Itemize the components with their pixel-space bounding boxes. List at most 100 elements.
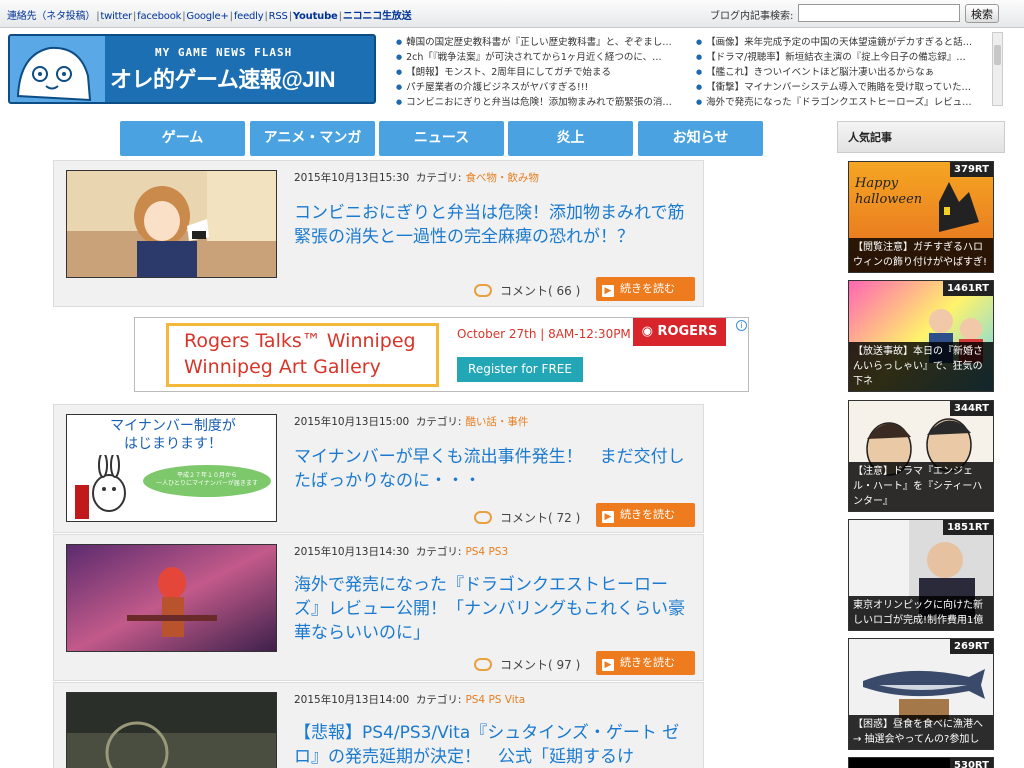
- article-category[interactable]: PS4 PS3: [465, 546, 508, 558]
- contact-link[interactable]: 連絡先（ネタ投稿）: [7, 11, 95, 22]
- nav-tab-notice[interactable]: お知らせ: [638, 121, 763, 156]
- search-button[interactable]: 検索: [965, 4, 999, 23]
- comment-count[interactable]: コメント( 97 ): [474, 656, 580, 673]
- comment-count[interactable]: コメント( 66 ): [474, 282, 580, 299]
- popular-article-card[interactable]: Happy halloween 379RT 【閲覧注意】ガチすぎるハロウィンの飾…: [848, 161, 994, 273]
- comment-label: コメント: [500, 511, 549, 525]
- ad-info-icon[interactable]: i: [736, 320, 747, 331]
- comment-label: コメント: [500, 658, 549, 672]
- popular-article-card[interactable]: 344RT 【注意】ドラマ『エンジェル・ハート』を『シティーハンター』: [848, 400, 994, 512]
- nav-tab-news[interactable]: ニュース: [379, 121, 504, 156]
- popular-article-card[interactable]: 1461RT 【放送事故】本日の『新婚さんいらっしゃい』で、狂気の下ネ: [848, 280, 994, 392]
- article-meta: 2015年10月13日14:30 カテゴリ: PS4 PS3: [294, 544, 508, 559]
- comment-count[interactable]: コメント( 72 ): [474, 509, 580, 526]
- ad-headline: Rogers Talks™ Winnipeg: [184, 330, 416, 352]
- category-label: カテゴリ:: [415, 694, 462, 706]
- scrollbar-thumb[interactable]: [994, 45, 1001, 65]
- retweet-count: 344RT: [950, 401, 993, 416]
- retweet-count: 530RT: [950, 758, 993, 768]
- arrow-right-icon: ▶: [602, 285, 614, 297]
- article-card: 2015年10月13日15:30 カテゴリ: 食べ物・飲み物 コンビニおにぎりと弁…: [53, 160, 704, 307]
- mascot-image: [10, 36, 105, 102]
- retweet-count: 1851RT: [943, 520, 993, 535]
- top-bar: 連絡先（ネタ投稿）|twitter|facebook|Google+|feedl…: [0, 0, 1024, 28]
- niconico-link[interactable]: ニコニコ生放送: [343, 11, 412, 22]
- article-meta: 2015年10月13日15:00 カテゴリ: 酷い話・事件: [294, 414, 528, 429]
- nav-tab-game[interactable]: ゲーム: [120, 121, 245, 156]
- retweet-count: 269RT: [950, 639, 993, 654]
- article-card: マイナンバー制度が はじまります！ 平成２７年１０月から 一人ひとりにマイナンバ…: [53, 404, 704, 533]
- read-more-button[interactable]: ▶ 続きを読む: [596, 651, 695, 675]
- comment-icon: [474, 511, 492, 524]
- thumbnail-title: マイナンバー制度が はじまります！: [110, 418, 236, 452]
- popular-article-card[interactable]: 1851RT 東京オリンピックに向けた新しいロゴが完成!制作費用1億: [848, 519, 994, 631]
- article-category[interactable]: 酷い話・事件: [465, 416, 528, 428]
- youtube-link[interactable]: Youtube: [293, 11, 338, 22]
- headline-link[interactable]: 海外で発売になった『ドラゴンクエストヒーローズ』レビュ…: [696, 94, 980, 108]
- headline-link[interactable]: コンビニおにぎりと弁当は危険！添加物まみれで筋緊張の消…: [396, 94, 680, 108]
- read-more-label: 続きを読む: [620, 508, 675, 521]
- headline-link[interactable]: 【画像】来年完成予定の中国の天体望遠鏡がデカすぎると話…: [696, 34, 980, 48]
- headline-ticker: 韓国の国定歴史教科書が『正しい歴史教科書』と、ぞぞまし… 2ch「『戦争法案』が…: [396, 32, 994, 108]
- category-label: カテゴリ:: [415, 172, 462, 184]
- top-links: 連絡先（ネタ投稿）|twitter|facebook|Google+|feedl…: [7, 11, 412, 22]
- popular-article-caption: 【困惑】昼食を食べに漁港へ → 抽選会やってんの?参加し: [849, 715, 993, 749]
- popular-article-caption: 東京オリンピックに向けた新しいロゴが完成!制作費用1億: [849, 596, 993, 630]
- search-input[interactable]: [798, 4, 960, 22]
- ad-title-box: Rogers Talks™ Winnipeg Winnipeg Art Gall…: [166, 323, 439, 387]
- comment-icon: [474, 284, 492, 297]
- popular-article-caption: 【注意】ドラマ『エンジェル・ハート』を『シティーハンター』: [849, 462, 993, 511]
- article-category[interactable]: PS4 PS Vita: [465, 694, 525, 706]
- read-more-label: 続きを読む: [620, 282, 675, 295]
- article-date: 2015年10月13日15:00: [294, 416, 410, 428]
- site-logo[interactable]: MY GAME NEWS FLASH オレ的ゲーム速報@JIN: [8, 34, 376, 104]
- rss-link[interactable]: RSS: [269, 11, 288, 22]
- headline-link[interactable]: 韓国の国定歴史教科書が『正しい歴史教科書』と、ぞぞまし…: [396, 34, 680, 48]
- ad-register-button[interactable]: Register for FREE: [457, 357, 583, 382]
- article-thumbnail[interactable]: [66, 692, 277, 768]
- halloween-text: Happy halloween: [855, 176, 923, 207]
- article-title[interactable]: 【悲報】PS4/PS3/Vita『シュタインズ・ゲート ゼロ』の発売延期が決定！…: [294, 721, 692, 768]
- headline-link[interactable]: 【艦これ】きついイベントほど脳汁凄い出るからなぁ: [696, 64, 980, 78]
- nav-tab-anime-manga[interactable]: アニメ・マンガ: [250, 121, 375, 156]
- article-thumbnail[interactable]: マイナンバー制度が はじまります！ 平成２７年１０月から 一人ひとりにマイナンバ…: [66, 414, 277, 522]
- arrow-right-icon: ▶: [602, 659, 614, 671]
- read-more-button[interactable]: ▶ 続きを読む: [596, 277, 695, 301]
- googleplus-link[interactable]: Google+: [186, 11, 228, 22]
- article-card: 2015年10月13日14:00 カテゴリ: PS4 PS Vita 【悲報】PS…: [53, 682, 704, 768]
- ad-banner[interactable]: Rogers Talks™ Winnipeg Winnipeg Art Gall…: [134, 317, 749, 392]
- search-label: ブログ内記事検索:: [710, 11, 794, 22]
- headline-link[interactable]: パチ屋業者の介護ビジネスがヤバすぎる!!!: [396, 79, 680, 93]
- article-thumbnail[interactable]: [66, 544, 277, 652]
- article-meta: 2015年10月13日14:00 カテゴリ: PS4 PS Vita: [294, 692, 525, 707]
- headline-link[interactable]: 2ch「『戦争法案』が可決されてから1ヶ月近く経つのに、…: [396, 49, 680, 63]
- popular-article-card[interactable]: 530RT: [848, 757, 994, 768]
- feedly-link[interactable]: feedly: [234, 11, 264, 22]
- article-meta: 2015年10月13日15:30 カテゴリ: 食べ物・飲み物: [294, 170, 539, 185]
- read-more-label: 続きを読む: [620, 656, 675, 669]
- article-title[interactable]: 海外で発売になった『ドラゴンクエストヒーローズ』レビュー公開！「ナンバリングもこ…: [294, 573, 692, 645]
- popular-article-card[interactable]: 269RT 【困惑】昼食を食べに漁港へ → 抽選会やってんの?参加し: [848, 638, 994, 750]
- category-label: カテゴリ:: [415, 416, 462, 428]
- article-thumbnail[interactable]: [66, 170, 277, 278]
- popular-article-caption: 【閲覧注意】ガチすぎるハロウィンの飾り付けがやばすぎ!: [849, 238, 993, 272]
- retweet-count: 1461RT: [943, 281, 993, 296]
- nav-tab-enjou[interactable]: 炎上: [508, 121, 633, 156]
- headline-link[interactable]: 【ドラマ/視聴率】新垣結衣主演の『掟上今日子の備忘録』…: [696, 49, 980, 63]
- article-title[interactable]: コンビニおにぎりと弁当は危険！添加物まみれで筋緊張の消失と一過性の完全麻痺の恐れ…: [294, 201, 692, 249]
- article-title[interactable]: マイナンバーが早くも流出事件発生！ まだ交付したばっかりなのに・・・: [294, 445, 692, 493]
- ad-brand-text: ROGERS: [657, 324, 718, 339]
- headline-link[interactable]: 【衝撃】マイナンバーシステム導入で賄賂を受け取っていた…: [696, 79, 980, 93]
- article-date: 2015年10月13日14:30: [294, 546, 410, 558]
- headline-scrollbar[interactable]: [992, 32, 1003, 106]
- popular-articles-heading: 人気記事: [837, 121, 1005, 153]
- retweet-count: 379RT: [950, 162, 993, 177]
- comment-label: コメント: [500, 284, 549, 298]
- read-more-button[interactable]: ▶ 続きを読む: [596, 503, 695, 527]
- comment-number: ( 66 ): [548, 284, 581, 298]
- article-category[interactable]: 食べ物・飲み物: [465, 172, 539, 184]
- ad-date: October 27th | 8AM-12:30PM: [457, 327, 631, 341]
- twitter-link[interactable]: twitter: [100, 11, 132, 22]
- headline-link[interactable]: 【朗報】モンスト、2周年目にしてガチで始まる: [396, 64, 680, 78]
- facebook-link[interactable]: facebook: [137, 11, 181, 22]
